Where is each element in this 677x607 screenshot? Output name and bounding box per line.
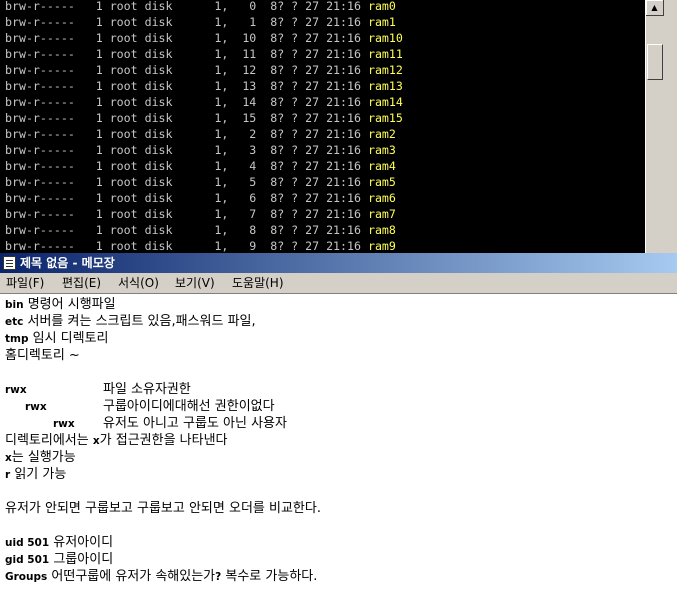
terminal-line: brw-r----- 1 root disk 1, 14 8? ? 27 21:…	[5, 94, 645, 110]
terminal-filename: ram8	[367, 223, 396, 237]
terminal-filename: ram7	[367, 207, 396, 221]
terminal-filename: ram13	[367, 79, 403, 93]
terminal-filename: ram10	[367, 31, 403, 45]
terminal-line-text: brw-r----- 1 root disk 1, 15 8? ? 27 21:…	[5, 111, 368, 125]
terminal-filename: ram3	[367, 143, 396, 157]
terminal-line: brw-r----- 1 root disk 1, 3 8? ? 27 21:1…	[5, 142, 645, 158]
terminal-line-text: brw-r----- 1 root disk 1, 4 8? ? 27 21:1…	[5, 159, 368, 173]
terminal-filename: ram2	[367, 127, 396, 141]
terminal-line-text: brw-r----- 1 root disk 1, 8 8? ? 27 21:1…	[5, 223, 368, 237]
terminal-line-text: brw-r----- 1 root disk 1, 1 8? ? 27 21:1…	[5, 15, 368, 29]
terminal-filename: ram14	[367, 95, 403, 109]
menu-file[interactable]: 파일(F)	[6, 275, 44, 291]
terminal-line: brw-r----- 1 root disk 1, 15 8? ? 27 21:…	[5, 110, 645, 126]
note-line: 디렉토리에서는 x가 접근권한을 나타낸다	[5, 433, 228, 448]
terminal-line-text: brw-r----- 1 root disk 1, 3 8? ? 27 21:1…	[5, 143, 368, 157]
terminal-output: brw-r----- 1 root disk 1, 0 8? ? 27 21:1…	[5, 0, 645, 253]
note-line: bin 명령어 시행파일	[5, 297, 116, 312]
terminal-filename: ram11	[367, 47, 403, 61]
terminal-line: brw-r----- 1 root disk 1, 4 8? ? 27 21:1…	[5, 158, 645, 174]
notepad-titlebar[interactable]: 제목 없음 - 메모장	[0, 253, 677, 273]
scroll-up-arrow-icon[interactable]: ▲	[646, 0, 664, 16]
note-line: rwx 파일 소유자권한	[5, 382, 191, 397]
menu-bar: 파일(F) 편집(E) 서식(O) 보기(V) 도움말(H)	[0, 273, 677, 293]
note-line: Groups 어떤구룹에 유저가 속해있는가? 복수로 가능하다.	[5, 569, 318, 584]
note-line: rwx 유저도 아니고 구룹도 아닌 사용자	[53, 416, 287, 431]
terminal-line: brw-r----- 1 root disk 1, 8 8? ? 27 21:1…	[5, 222, 645, 238]
scroll-thumb[interactable]	[647, 44, 663, 80]
terminal-line-text: brw-r----- 1 root disk 1, 6 8? ? 27 21:1…	[5, 191, 368, 205]
terminal-line-text: brw-r----- 1 root disk 1, 14 8? ? 27 21:…	[5, 95, 368, 109]
terminal-line-text: brw-r----- 1 root disk 1, 9 8? ? 27 21:1…	[5, 239, 368, 253]
terminal-line: brw-r----- 1 root disk 1, 1 8? ? 27 21:1…	[5, 14, 645, 30]
terminal-frame	[665, 0, 677, 253]
terminal-line-text: brw-r----- 1 root disk 1, 2 8? ? 27 21:1…	[5, 127, 368, 141]
terminal-filename: ram12	[367, 63, 403, 77]
menu-view[interactable]: 보기(V)	[175, 275, 215, 291]
terminal-line: brw-r----- 1 root disk 1, 9 8? ? 27 21:1…	[5, 238, 645, 253]
terminal-line-text: brw-r----- 1 root disk 1, 5 8? ? 27 21:1…	[5, 175, 368, 189]
terminal-line-text: brw-r----- 1 root disk 1, 12 8? ? 27 21:…	[5, 63, 368, 77]
terminal-filename: ram0	[367, 0, 396, 13]
note-line: etc 서버를 켜는 스크립트 있음,패스워드 파일,	[5, 314, 256, 329]
terminal-scrollbar[interactable]: ▲	[645, 0, 665, 253]
terminal-filename: ram4	[367, 159, 396, 173]
note-line: x는 실행가능	[5, 450, 76, 465]
menu-format[interactable]: 서식(O)	[118, 275, 159, 291]
terminal-line: brw-r----- 1 root disk 1, 5 8? ? 27 21:1…	[5, 174, 645, 190]
note-line: uid 501 유저아이디	[5, 535, 114, 550]
terminal-line-text: brw-r----- 1 root disk 1, 11 8? ? 27 21:…	[5, 47, 368, 61]
terminal-line-text: brw-r----- 1 root disk 1, 7 8? ? 27 21:1…	[5, 207, 368, 221]
note-line: rwx 구룹아이디에대해선 권한이없다	[25, 399, 275, 414]
terminal-line: brw-r----- 1 root disk 1, 10 8? ? 27 21:…	[5, 30, 645, 46]
note-line: gid 501 그룹아이디	[5, 552, 114, 567]
terminal-line: brw-r----- 1 root disk 1, 0 8? ? 27 21:1…	[5, 0, 645, 14]
notepad-app-icon	[3, 256, 16, 270]
terminal-line: brw-r----- 1 root disk 1, 12 8? ? 27 21:…	[5, 62, 645, 78]
terminal-line: brw-r----- 1 root disk 1, 2 8? ? 27 21:1…	[5, 126, 645, 142]
terminal-line-text: brw-r----- 1 root disk 1, 0 8? ? 27 21:1…	[5, 0, 368, 13]
terminal-line: brw-r----- 1 root disk 1, 11 8? ? 27 21:…	[5, 46, 645, 62]
terminal-line: brw-r----- 1 root disk 1, 7 8? ? 27 21:1…	[5, 206, 645, 222]
note-line: r 읽기 가능	[5, 467, 67, 482]
notepad-window: 제목 없음 - 메모장 파일(F) 편집(E) 서식(O) 보기(V) 도움말(…	[0, 253, 677, 607]
terminal-window[interactable]: brw-r----- 1 root disk 1, 0 8? ? 27 21:1…	[0, 0, 677, 253]
terminal-line-text: brw-r----- 1 root disk 1, 10 8? ? 27 21:…	[5, 31, 368, 45]
menu-help[interactable]: 도움말(H)	[232, 275, 284, 291]
note-line: 홈디렉토리 ~	[5, 348, 80, 363]
terminal-line: brw-r----- 1 root disk 1, 6 8? ? 27 21:1…	[5, 190, 645, 206]
notepad-text-area[interactable]: bin 명령어 시행파일 etc 서버를 켜는 스크립트 있음,패스워드 파일,…	[0, 293, 677, 607]
terminal-filename: ram1	[367, 15, 396, 29]
terminal-filename: ram15	[367, 111, 403, 125]
terminal-line-text: brw-r----- 1 root disk 1, 13 8? ? 27 21:…	[5, 79, 368, 93]
terminal-filename: ram9	[367, 239, 396, 253]
menu-edit[interactable]: 편집(E)	[62, 275, 101, 291]
note-line: 유저가 안되면 구룹보고 구룹보고 안되면 오더를 비교한다.	[5, 501, 321, 516]
terminal-line: brw-r----- 1 root disk 1, 13 8? ? 27 21:…	[5, 78, 645, 94]
terminal-filename: ram5	[367, 175, 396, 189]
note-line: tmp 임시 디렉토리	[5, 331, 109, 346]
window-title: 제목 없음 - 메모장	[20, 256, 115, 270]
terminal-filename: ram6	[367, 191, 396, 205]
